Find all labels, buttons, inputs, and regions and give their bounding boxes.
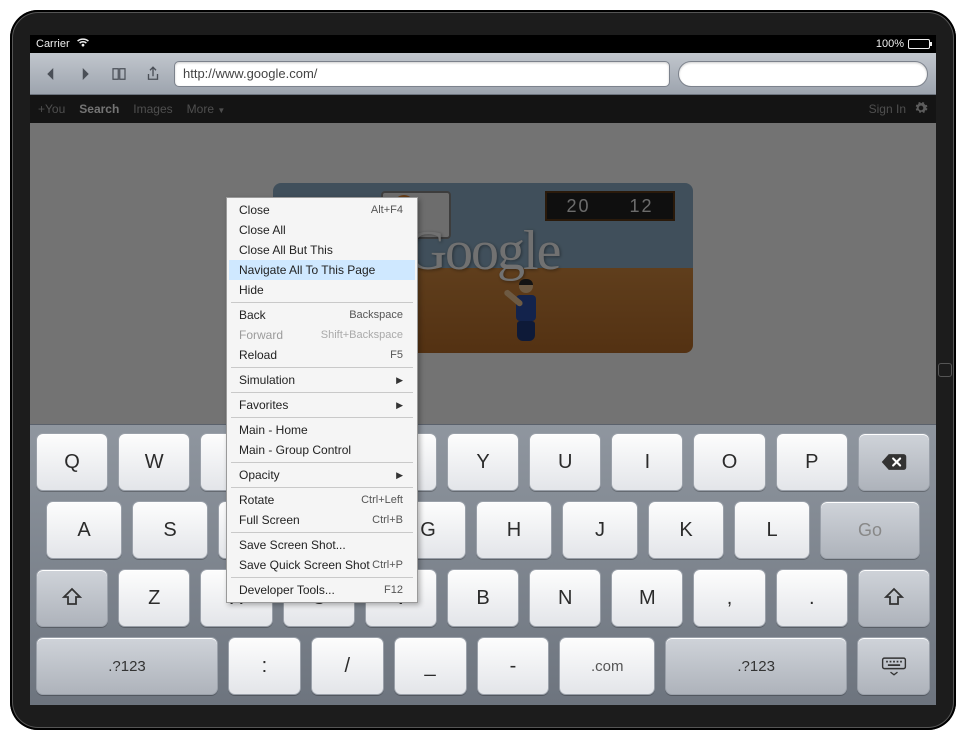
browser-toolbar (30, 53, 936, 95)
key-a[interactable]: A (46, 501, 122, 559)
key-z[interactable]: Z (118, 569, 190, 627)
menu-item-opacity[interactable]: Opacity▶ (229, 465, 415, 485)
key-i[interactable]: I (611, 433, 683, 491)
key-m[interactable]: M (611, 569, 683, 627)
menu-item-rotate[interactable]: RotateCtrl+Left (229, 490, 415, 510)
shift-key-right[interactable] (858, 569, 930, 627)
screen: Carrier 100% (30, 35, 936, 705)
menu-shortcut: Ctrl+Left (361, 494, 403, 506)
menu-separator (231, 577, 413, 578)
menu-separator (231, 302, 413, 303)
menu-shortcut: Ctrl+B (372, 514, 403, 526)
menu-item-full-screen[interactable]: Full ScreenCtrl+B (229, 510, 415, 530)
shift-key-left[interactable] (36, 569, 108, 627)
key-.com[interactable]: .com (559, 637, 655, 695)
menu-item-navigate-all-to-this-page[interactable]: Navigate All To This Page (229, 260, 415, 280)
context-menu: CloseAlt+F4Close AllClose All But ThisNa… (226, 197, 418, 603)
key-u[interactable]: U (529, 433, 601, 491)
menu-separator (231, 367, 413, 368)
hide-keyboard-key[interactable] (857, 637, 930, 695)
key-:[interactable]: : (228, 637, 301, 695)
wifi-icon (76, 38, 90, 51)
menu-item-simulation[interactable]: Simulation▶ (229, 370, 415, 390)
key-l[interactable]: L (734, 501, 810, 559)
menu-separator (231, 462, 413, 463)
status-bar: Carrier 100% (30, 35, 936, 53)
back-button[interactable] (38, 61, 64, 87)
menu-shortcut: Shift+Backspace (321, 329, 403, 341)
go-key[interactable]: Go (820, 501, 920, 559)
menu-item-forward: ForwardShift+Backspace (229, 325, 415, 345)
forward-button[interactable] (72, 61, 98, 87)
menu-item-close-all[interactable]: Close All (229, 220, 415, 240)
key-_[interactable]: _ (394, 637, 467, 695)
key-o[interactable]: O (693, 433, 765, 491)
menu-shortcut: Backspace (349, 309, 403, 321)
key-.[interactable]: . (776, 569, 848, 627)
submenu-arrow-icon: ▶ (396, 400, 403, 411)
share-button[interactable] (140, 61, 166, 87)
key-k[interactable]: K (648, 501, 724, 559)
key-/[interactable]: / (311, 637, 384, 695)
menu-item-reload[interactable]: ReloadF5 (229, 345, 415, 365)
key--[interactable]: - (477, 637, 550, 695)
key-b[interactable]: B (447, 569, 519, 627)
bookmarks-button[interactable] (106, 61, 132, 87)
menu-separator (231, 487, 413, 488)
menu-shortcut: Ctrl+P (372, 559, 403, 571)
menu-item-close-all-but-this[interactable]: Close All But This (229, 240, 415, 260)
mode-key-right[interactable]: .?123 (665, 637, 847, 695)
menu-separator (231, 417, 413, 418)
key-p[interactable]: P (776, 433, 848, 491)
key-n[interactable]: N (529, 569, 601, 627)
menu-shortcut: F5 (390, 349, 403, 361)
menu-separator (231, 532, 413, 533)
menu-separator (231, 392, 413, 393)
menu-shortcut: Alt+F4 (371, 204, 403, 216)
menu-item-hide[interactable]: Hide (229, 280, 415, 300)
backspace-key[interactable] (858, 433, 930, 491)
menu-item-main-group-control[interactable]: Main - Group Control (229, 440, 415, 460)
menu-item-favorites[interactable]: Favorites▶ (229, 395, 415, 415)
key-h[interactable]: H (476, 501, 552, 559)
key-j[interactable]: J (562, 501, 638, 559)
key-w[interactable]: W (118, 433, 190, 491)
on-screen-keyboard: QWERTYUIOP ASDFGHJKLGo ZXCVBNM,. .?123:/… (30, 424, 936, 705)
key-,[interactable]: , (693, 569, 765, 627)
battery-percent: 100% (876, 38, 904, 50)
submenu-arrow-icon: ▶ (396, 470, 403, 481)
battery-icon (908, 39, 930, 49)
carrier-label: Carrier (36, 38, 70, 50)
home-button-icon (938, 363, 952, 377)
key-y[interactable]: Y (447, 433, 519, 491)
search-input[interactable] (678, 61, 928, 87)
menu-item-save-screen-shot[interactable]: Save Screen Shot... (229, 535, 415, 555)
key-s[interactable]: S (132, 501, 208, 559)
menu-item-save-quick-screen-shot[interactable]: Save Quick Screen ShotCtrl+P (229, 555, 415, 575)
submenu-arrow-icon: ▶ (396, 375, 403, 386)
menu-item-developer-tools[interactable]: Developer Tools...F12 (229, 580, 415, 600)
menu-shortcut: F12 (384, 584, 403, 596)
menu-item-back[interactable]: BackBackspace (229, 305, 415, 325)
menu-item-close[interactable]: CloseAlt+F4 (229, 200, 415, 220)
menu-item-main-home[interactable]: Main - Home (229, 420, 415, 440)
ipad-frame: Carrier 100% (10, 10, 956, 730)
key-q[interactable]: Q (36, 433, 108, 491)
mode-key-left[interactable]: .?123 (36, 637, 218, 695)
url-input[interactable] (174, 61, 670, 87)
